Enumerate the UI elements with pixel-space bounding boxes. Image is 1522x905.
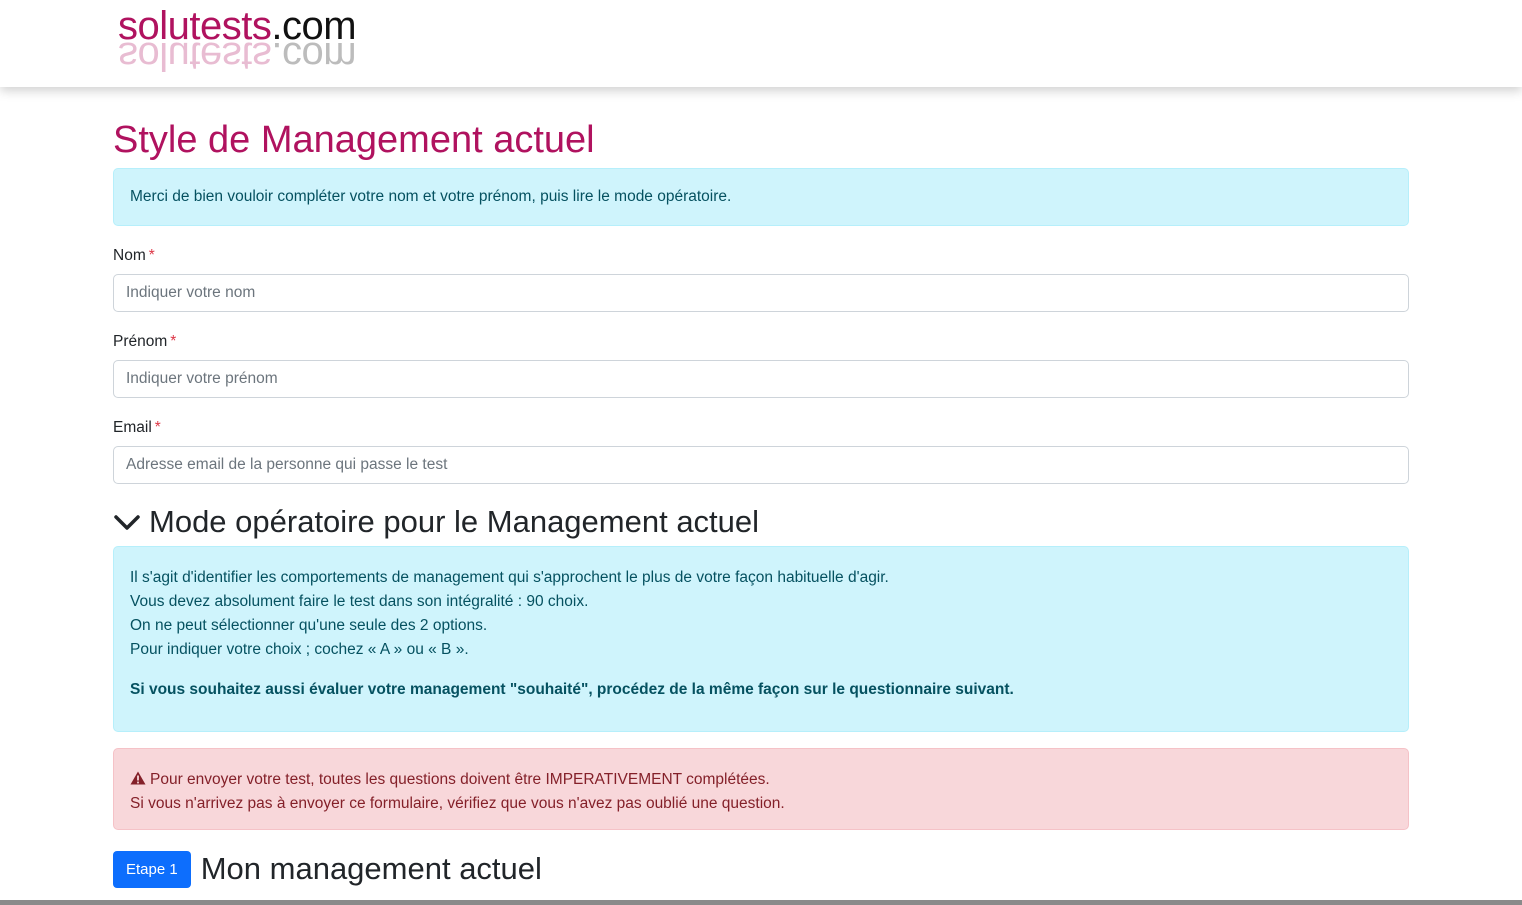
nom-input[interactable] xyxy=(113,274,1409,312)
warning-alert: Pour envoyer votre test, toutes les ques… xyxy=(113,748,1409,830)
warning-line-2: Si vous n'arrivez pas à envoyer ce formu… xyxy=(130,795,785,812)
mode-line: Pour indiquer votre choix ; cochez « A »… xyxy=(130,641,469,658)
warning-triangle-icon xyxy=(130,771,146,785)
warning-line-1: Pour envoyer votre test, toutes les ques… xyxy=(130,768,1392,792)
required-mark: * xyxy=(148,247,155,264)
logo-reflection: solutests.com xyxy=(118,34,357,78)
mode-line: Il s'agit d'identifier les comportements… xyxy=(130,569,889,586)
step-header: Etape 1 Mon management actuel xyxy=(113,849,542,889)
prenom-input[interactable] xyxy=(113,360,1409,398)
nom-label: Nom * xyxy=(113,247,155,264)
required-mark: * xyxy=(170,333,177,350)
step-badge: Etape 1 xyxy=(113,850,191,888)
mode-strong-note: Si vous souhaitez aussi évaluer votre ma… xyxy=(130,681,1014,698)
mode-line: On ne peut sélectionner qu'une seule des… xyxy=(130,617,488,634)
mode-operatoire-alert: Il s'agit d'identifier les comportements… xyxy=(113,546,1409,732)
mode-operatoire-toggle[interactable]: Mode opératoire pour le Management actue… xyxy=(113,502,759,542)
required-mark: * xyxy=(154,419,161,436)
prenom-label: Prénom * xyxy=(113,333,177,350)
email-label: Email * xyxy=(113,419,161,436)
step-title: Mon management actuel xyxy=(200,851,542,886)
chevron-down-icon xyxy=(114,515,140,530)
intro-text: Merci de bien vouloir compléter votre no… xyxy=(130,188,732,205)
site-header: solutests.com solutests.com xyxy=(0,0,1522,87)
site-logo[interactable]: solutests.com solutests.com xyxy=(118,4,418,80)
email-input[interactable] xyxy=(113,446,1409,484)
intro-alert: Merci de bien vouloir compléter votre no… xyxy=(113,168,1409,226)
page-title: Style de Management actuel xyxy=(113,119,595,161)
mode-operatoire-heading: Mode opératoire pour le Management actue… xyxy=(149,504,760,539)
mode-line: Vous devez absolument faire le test dans… xyxy=(130,593,589,610)
bottom-divider xyxy=(0,900,1522,905)
